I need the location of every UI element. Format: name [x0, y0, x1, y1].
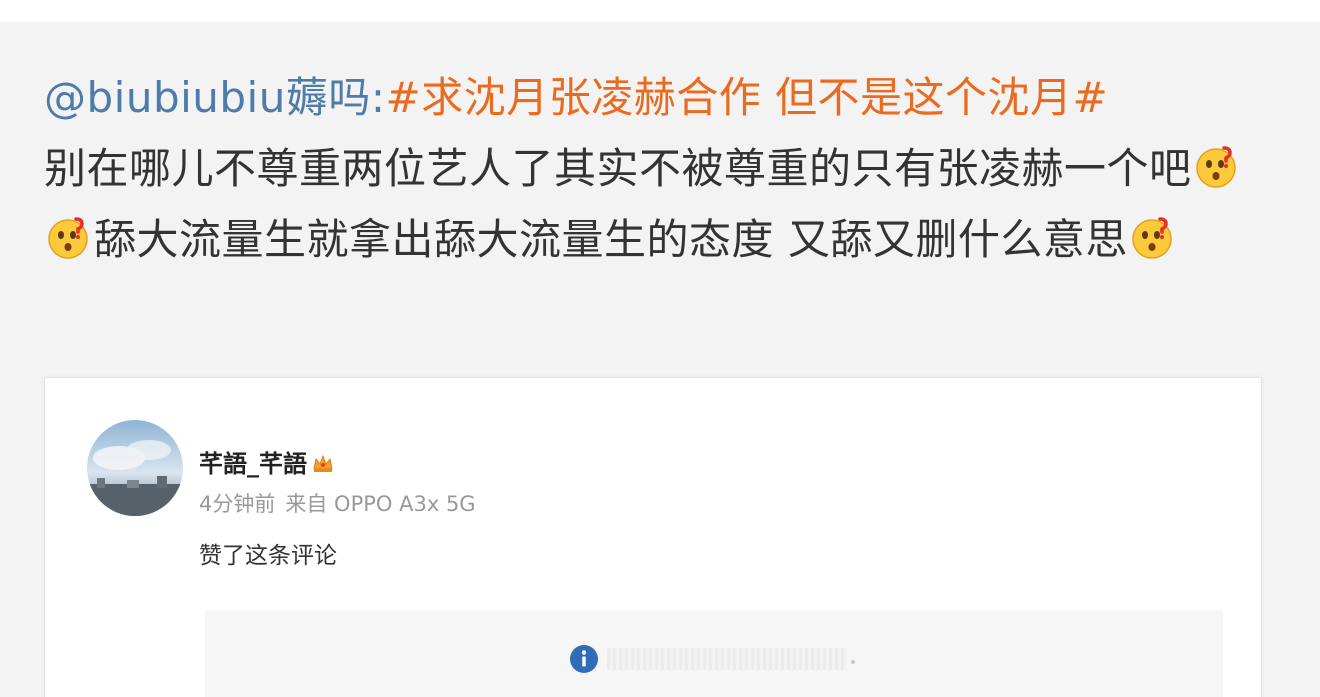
source-device: 来自 OPPO A3x 5G	[285, 492, 476, 516]
info-icon	[569, 644, 599, 674]
username[interactable]: 芊語_芊語	[199, 444, 335, 479]
confused-face-emoji-icon	[46, 216, 90, 260]
post-text: @biubiubiu薅吗:#求沈月张凌赫合作 但不是这个沈月# 别在哪儿不尊重两位…	[44, 62, 1274, 275]
post-body-part2: 舔大流量生就拿出舔大流量生的态度 又舔又删什么意思	[94, 215, 1128, 264]
username-text: 芊語_芊語	[199, 450, 307, 478]
avatar[interactable]	[87, 420, 183, 516]
screenshot-card[interactable]: 芊語_芊語 4分钟前 来自 OPPO A3x 5G 赞了这条评论	[44, 377, 1262, 697]
crown-icon	[313, 454, 333, 472]
user-mention-link[interactable]: @biubiubiu薅吗	[44, 73, 371, 122]
quoted-comment-box[interactable]	[205, 610, 1223, 697]
hashtag-link[interactable]: #求沈月张凌赫合作 但不是这个沈月#	[386, 73, 1109, 122]
mention-colon: :	[370, 73, 386, 122]
post-meta: 4分钟前 来自 OPPO A3x 5G	[199, 488, 476, 518]
post-body-part1: 别在哪儿不尊重两位艺人了其实不被尊重的只有张凌赫一个吧	[44, 144, 1192, 193]
action-text: 赞了这条评论	[199, 543, 337, 569]
confused-face-emoji-icon	[1194, 145, 1238, 189]
timestamp: 4分钟前	[199, 492, 276, 516]
confused-face-emoji-icon	[1130, 216, 1174, 260]
redacted-text	[607, 648, 855, 670]
repost-panel: @biubiubiu薅吗:#求沈月张凌赫合作 但不是这个沈月# 别在哪儿不尊重两位…	[0, 22, 1320, 697]
